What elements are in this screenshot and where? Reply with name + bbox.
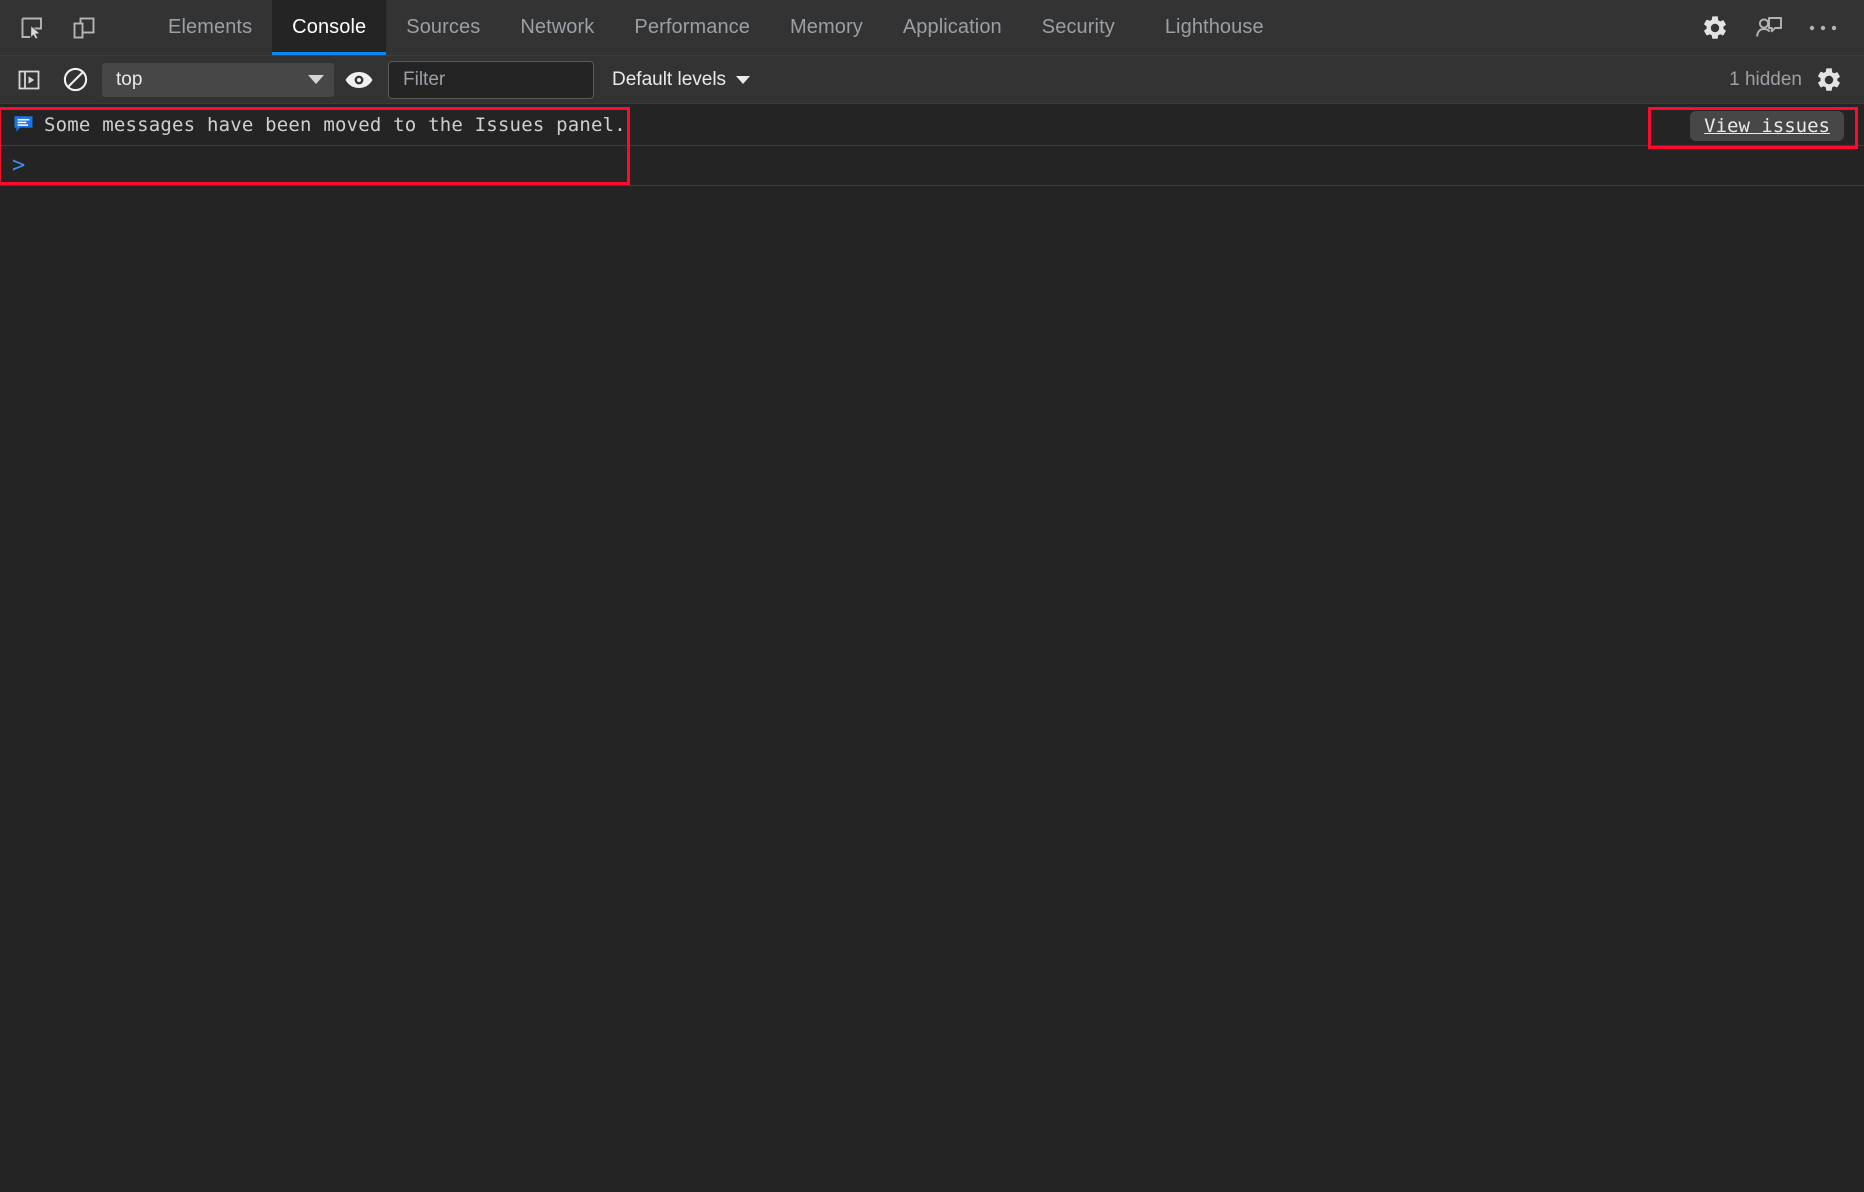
console-filter-box[interactable]: [388, 61, 594, 99]
devtools-tab-bar: Elements Console Sources Network Perform…: [0, 0, 1864, 56]
tab-elements-label: Elements: [168, 16, 252, 39]
eye-icon: [344, 70, 374, 90]
tab-security[interactable]: Security: [1022, 0, 1135, 55]
tab-security-label: Security: [1042, 16, 1115, 39]
console-toolbar: top Default levels 1 hidden: [0, 56, 1864, 104]
gear-icon: [1701, 14, 1729, 42]
settings-button[interactable]: [1688, 14, 1742, 42]
view-issues-button[interactable]: View issues: [1690, 111, 1844, 141]
console-message-area[interactable]: Some messages have been moved to the Iss…: [0, 104, 1864, 1192]
chevron-down-icon: [736, 76, 750, 84]
clear-console-button[interactable]: [52, 56, 98, 104]
tab-console[interactable]: Console: [272, 0, 386, 55]
tab-network-label: Network: [520, 16, 594, 39]
filter-input[interactable]: [401, 68, 581, 92]
tab-sources-label: Sources: [406, 16, 480, 39]
console-message-row[interactable]: Some messages have been moved to the Iss…: [0, 104, 1864, 146]
tab-memory-label: Memory: [790, 16, 863, 39]
console-toolbar-right: 1 hidden: [1729, 56, 1864, 104]
tab-sources[interactable]: Sources: [386, 0, 500, 55]
context-selected-value: top: [116, 69, 308, 91]
device-toolbar-icon: [71, 15, 97, 41]
tab-memory[interactable]: Memory: [770, 0, 883, 55]
javascript-context-selector[interactable]: top: [102, 63, 334, 97]
tab-bar-actions: [1682, 0, 1864, 55]
device-toolbar-button[interactable]: [58, 0, 110, 55]
hidden-messages-count: 1 hidden: [1729, 69, 1802, 91]
tab-application[interactable]: Application: [883, 0, 1022, 55]
log-levels-label: Default levels: [612, 69, 726, 91]
info-message-icon: [12, 114, 34, 136]
tab-network[interactable]: Network: [500, 0, 614, 55]
prompt-chevron-icon: >: [12, 155, 25, 177]
tab-lighthouse-label: Lighthouse: [1165, 16, 1264, 39]
more-options-button[interactable]: [1796, 23, 1850, 33]
inspect-element-icon: [19, 15, 45, 41]
console-prompt-row[interactable]: >: [0, 146, 1864, 186]
tab-performance[interactable]: Performance: [614, 0, 770, 55]
feedback-button[interactable]: [1742, 13, 1796, 43]
tab-application-label: Application: [903, 16, 1002, 39]
view-issues-label: View issues: [1704, 115, 1830, 137]
tab-lighthouse[interactable]: Lighthouse: [1135, 0, 1284, 55]
live-expression-button[interactable]: [336, 56, 382, 104]
tab-console-label: Console: [292, 16, 366, 39]
tab-performance-label: Performance: [634, 16, 750, 39]
feedback-icon: [1754, 13, 1784, 43]
console-sidebar-toggle-button[interactable]: [6, 56, 52, 104]
panel-tabs: Elements Console Sources Network Perform…: [148, 0, 1284, 55]
more-options-icon: [1808, 23, 1838, 33]
chevron-down-icon: [308, 75, 324, 84]
clear-console-icon: [62, 66, 89, 93]
inspect-element-button[interactable]: [6, 0, 58, 55]
log-levels-selector[interactable]: Default levels: [612, 69, 750, 91]
tab-elements[interactable]: Elements: [148, 0, 272, 55]
console-message-text: Some messages have been moved to the Iss…: [44, 114, 626, 136]
console-settings-button[interactable]: [1806, 56, 1852, 104]
show-console-sidebar-icon: [16, 67, 42, 93]
console-settings-gear-icon: [1815, 66, 1843, 94]
